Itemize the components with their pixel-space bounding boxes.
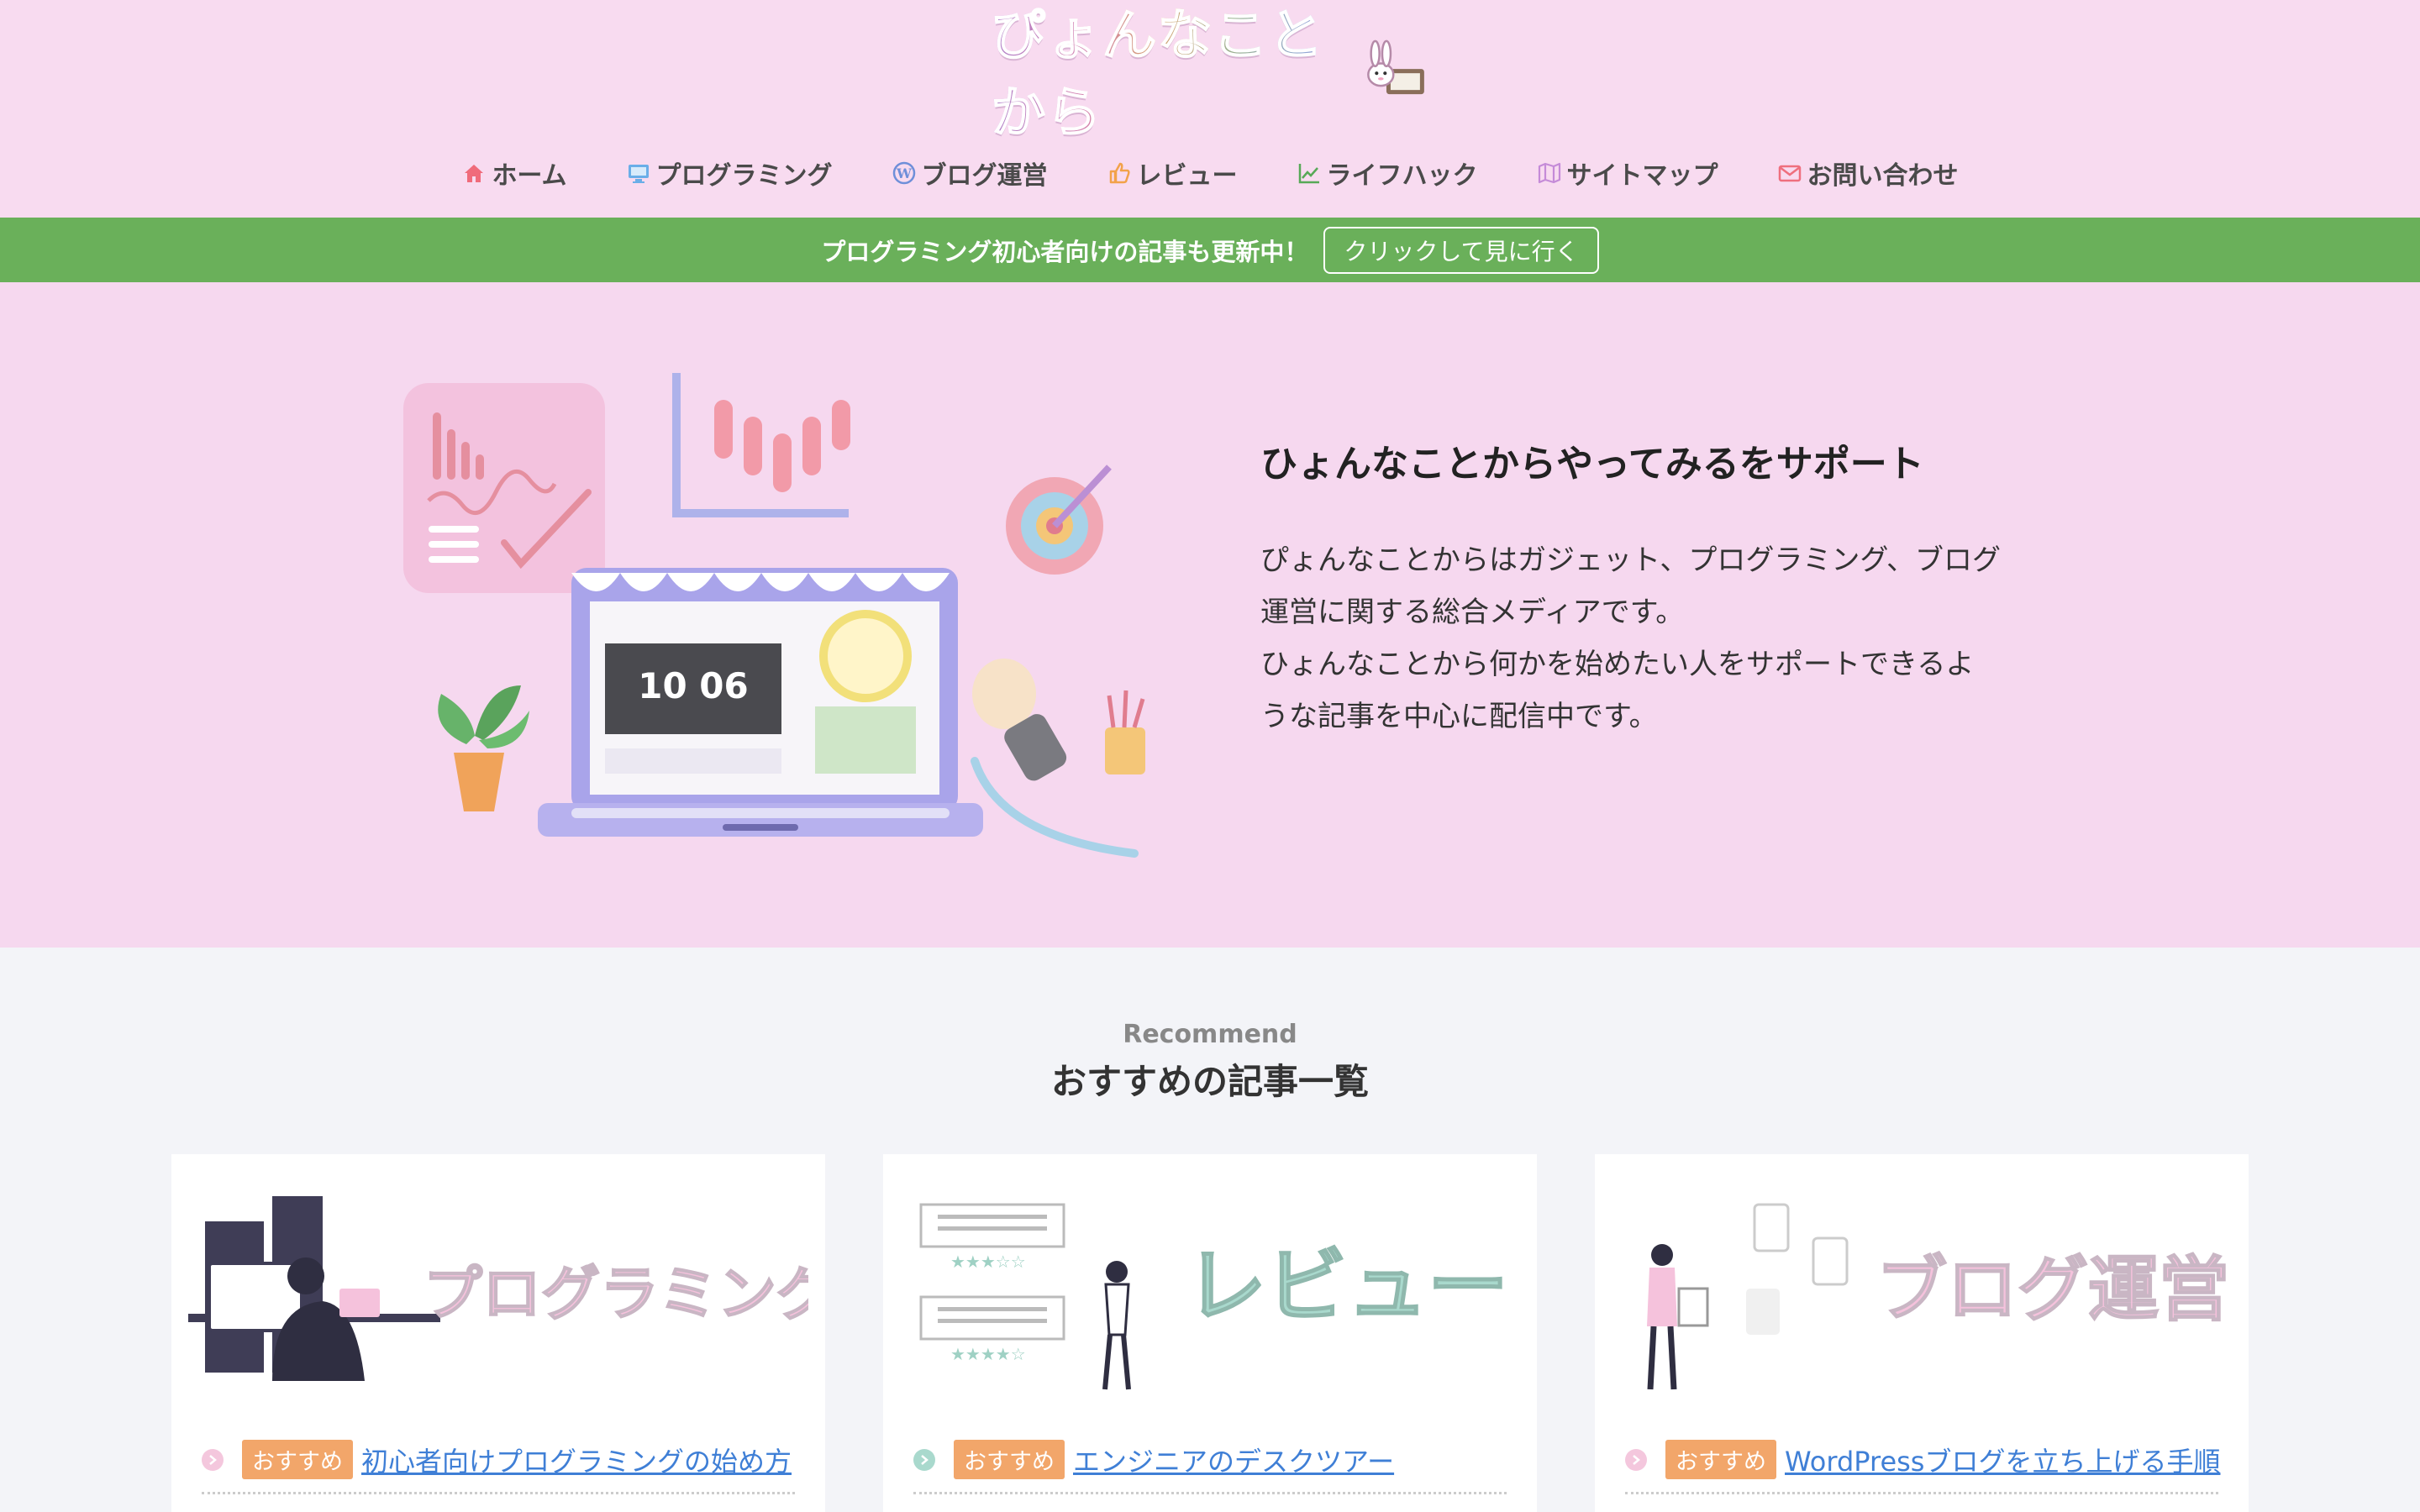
nav-label: サイトマップ — [1566, 161, 1718, 191]
map-icon — [1538, 162, 1560, 184]
recommend-card-programming[interactable]: プログラミング おすすめ 初心者向けプログラミングの始め方 — [171, 1154, 825, 1512]
chevron-right-icon — [1625, 1448, 1647, 1471]
notice-link-button[interactable]: クリックして見に行く — [1323, 226, 1599, 274]
nav-label: レビュー — [1136, 161, 1238, 191]
svg-text:★★★★☆: ★★★★☆ — [950, 1344, 1026, 1364]
recommend-card-review[interactable]: ★★★☆☆ ★★★★☆ レビュー おすすめ エンジニアのデスクツアー — [883, 1154, 1537, 1512]
card-link[interactable]: エンジニアのデスクツアー — [1073, 1441, 1394, 1479]
card-divider — [202, 1492, 795, 1494]
bunny-laptop-icon — [1367, 39, 1425, 95]
nav-label: ライフハック — [1326, 161, 1478, 191]
card-link[interactable]: WordPressブログを立ち上げる手順 — [1785, 1441, 2220, 1479]
card-thumbnail-text: ブログ運営 — [1876, 1248, 2229, 1331]
hero-section: 10 06 ひょんなことからやってみるをサポート ぴょんなことからはガジェット、… — [0, 282, 2420, 948]
section-title: おすすめの記事一覧 — [1050, 1061, 1369, 1102]
nav-label: お問い合わせ — [1807, 161, 1959, 191]
card-thumbnail: プログラミング — [188, 1196, 808, 1381]
recommend-card-blog[interactable]: ブログ運営 おすすめ WordPressブログを立ち上げる手順 — [1595, 1154, 2249, 1512]
notice-bar: プログラミング初心者向けの記事も更新中！ クリックして見に行く — [0, 218, 2420, 282]
hero-desc-line: ぴょんなことからはガジェット、プログラミング、ブログ — [1260, 543, 2001, 577]
section-subtitle: Recommend — [1123, 1020, 1297, 1049]
logo-text: ぴょんなことから — [991, 0, 1360, 147]
notice-text: プログラミング初心者向けの記事も更新中！ — [821, 237, 1309, 266]
card-label: おすすめ WordPressブログを立ち上げる手順 — [1625, 1440, 2220, 1479]
nav-item-home[interactable]: ホーム — [461, 155, 567, 192]
chevron-right-icon — [913, 1448, 935, 1471]
home-icon — [465, 165, 484, 182]
svg-text:★★★☆☆: ★★★☆☆ — [950, 1252, 1026, 1272]
nav-item-blog[interactable]: W ブログ運営 — [892, 155, 1048, 192]
chart-line-icon — [1298, 164, 1319, 184]
site-header: ぴょんなことから ホーム プログラミング W ブログ運営 レビュー ライフハック… — [0, 0, 2420, 218]
laptop-clock-text: 10 06 — [638, 665, 749, 706]
nav-item-contact[interactable]: お問い合わせ — [1777, 155, 1959, 192]
chevron-right-icon — [202, 1448, 224, 1471]
hero-illustration: 10 06 — [403, 373, 1145, 858]
svg-text:W: W — [896, 165, 913, 181]
hero-desc-line: ひょんなことから何かを始めたい人をサポートできるよ — [1260, 648, 1975, 681]
recommend-badge: おすすめ — [954, 1440, 1065, 1479]
card-divider — [913, 1492, 1507, 1494]
card-thumbnail-text: プログラミング — [424, 1259, 808, 1328]
card-link[interactable]: 初心者向けプログラミングの始め方 — [361, 1441, 792, 1479]
nav-item-programming[interactable]: プログラミング — [626, 155, 833, 192]
nav-item-sitemap[interactable]: サイトマップ — [1537, 155, 1718, 192]
monitor-icon — [628, 165, 649, 183]
main-nav: ホーム プログラミング W ブログ運営 レビュー ライフハック サイトマップ お… — [0, 148, 2420, 198]
site-logo[interactable]: ぴょんなことから — [991, 4, 1428, 145]
mail-icon — [1778, 165, 1801, 182]
card-thumbnail: ★★★☆☆ ★★★★☆ レビュー — [919, 1203, 1509, 1390]
hero-title: ひょんなことからやってみるをサポート — [1260, 443, 1924, 486]
nav-item-review[interactable]: レビュー — [1107, 155, 1238, 192]
card-thumbnail: ブログ運営 — [1647, 1203, 2230, 1390]
recommend-badge: おすすめ — [242, 1440, 353, 1479]
hero-desc-line: うな記事を中心に配信中です。 — [1260, 700, 1658, 733]
card-label: おすすめ エンジニアのデスクツアー — [913, 1440, 1394, 1479]
hero-desc-line: 運営に関する総合メディアです。 — [1260, 596, 1685, 629]
nav-item-lifehack[interactable]: ライフハック — [1297, 155, 1478, 192]
recommend-badge: おすすめ — [1665, 1440, 1776, 1479]
nav-label: プログラミング — [655, 161, 833, 191]
nav-label: ホーム — [492, 161, 567, 191]
nav-label: ブログ運営 — [921, 161, 1048, 191]
card-thumbnail-text: レビュー — [1186, 1239, 1508, 1333]
card-label: おすすめ 初心者向けプログラミングの始め方 — [202, 1440, 792, 1479]
thumbs-up-icon — [1109, 162, 1130, 184]
wordpress-icon: W — [892, 161, 915, 185]
hero-description: ぴょんなことからはガジェット、プログラミング、ブログ 運営に関する総合メディアで… — [1260, 534, 2017, 743]
card-divider — [1625, 1492, 2218, 1494]
